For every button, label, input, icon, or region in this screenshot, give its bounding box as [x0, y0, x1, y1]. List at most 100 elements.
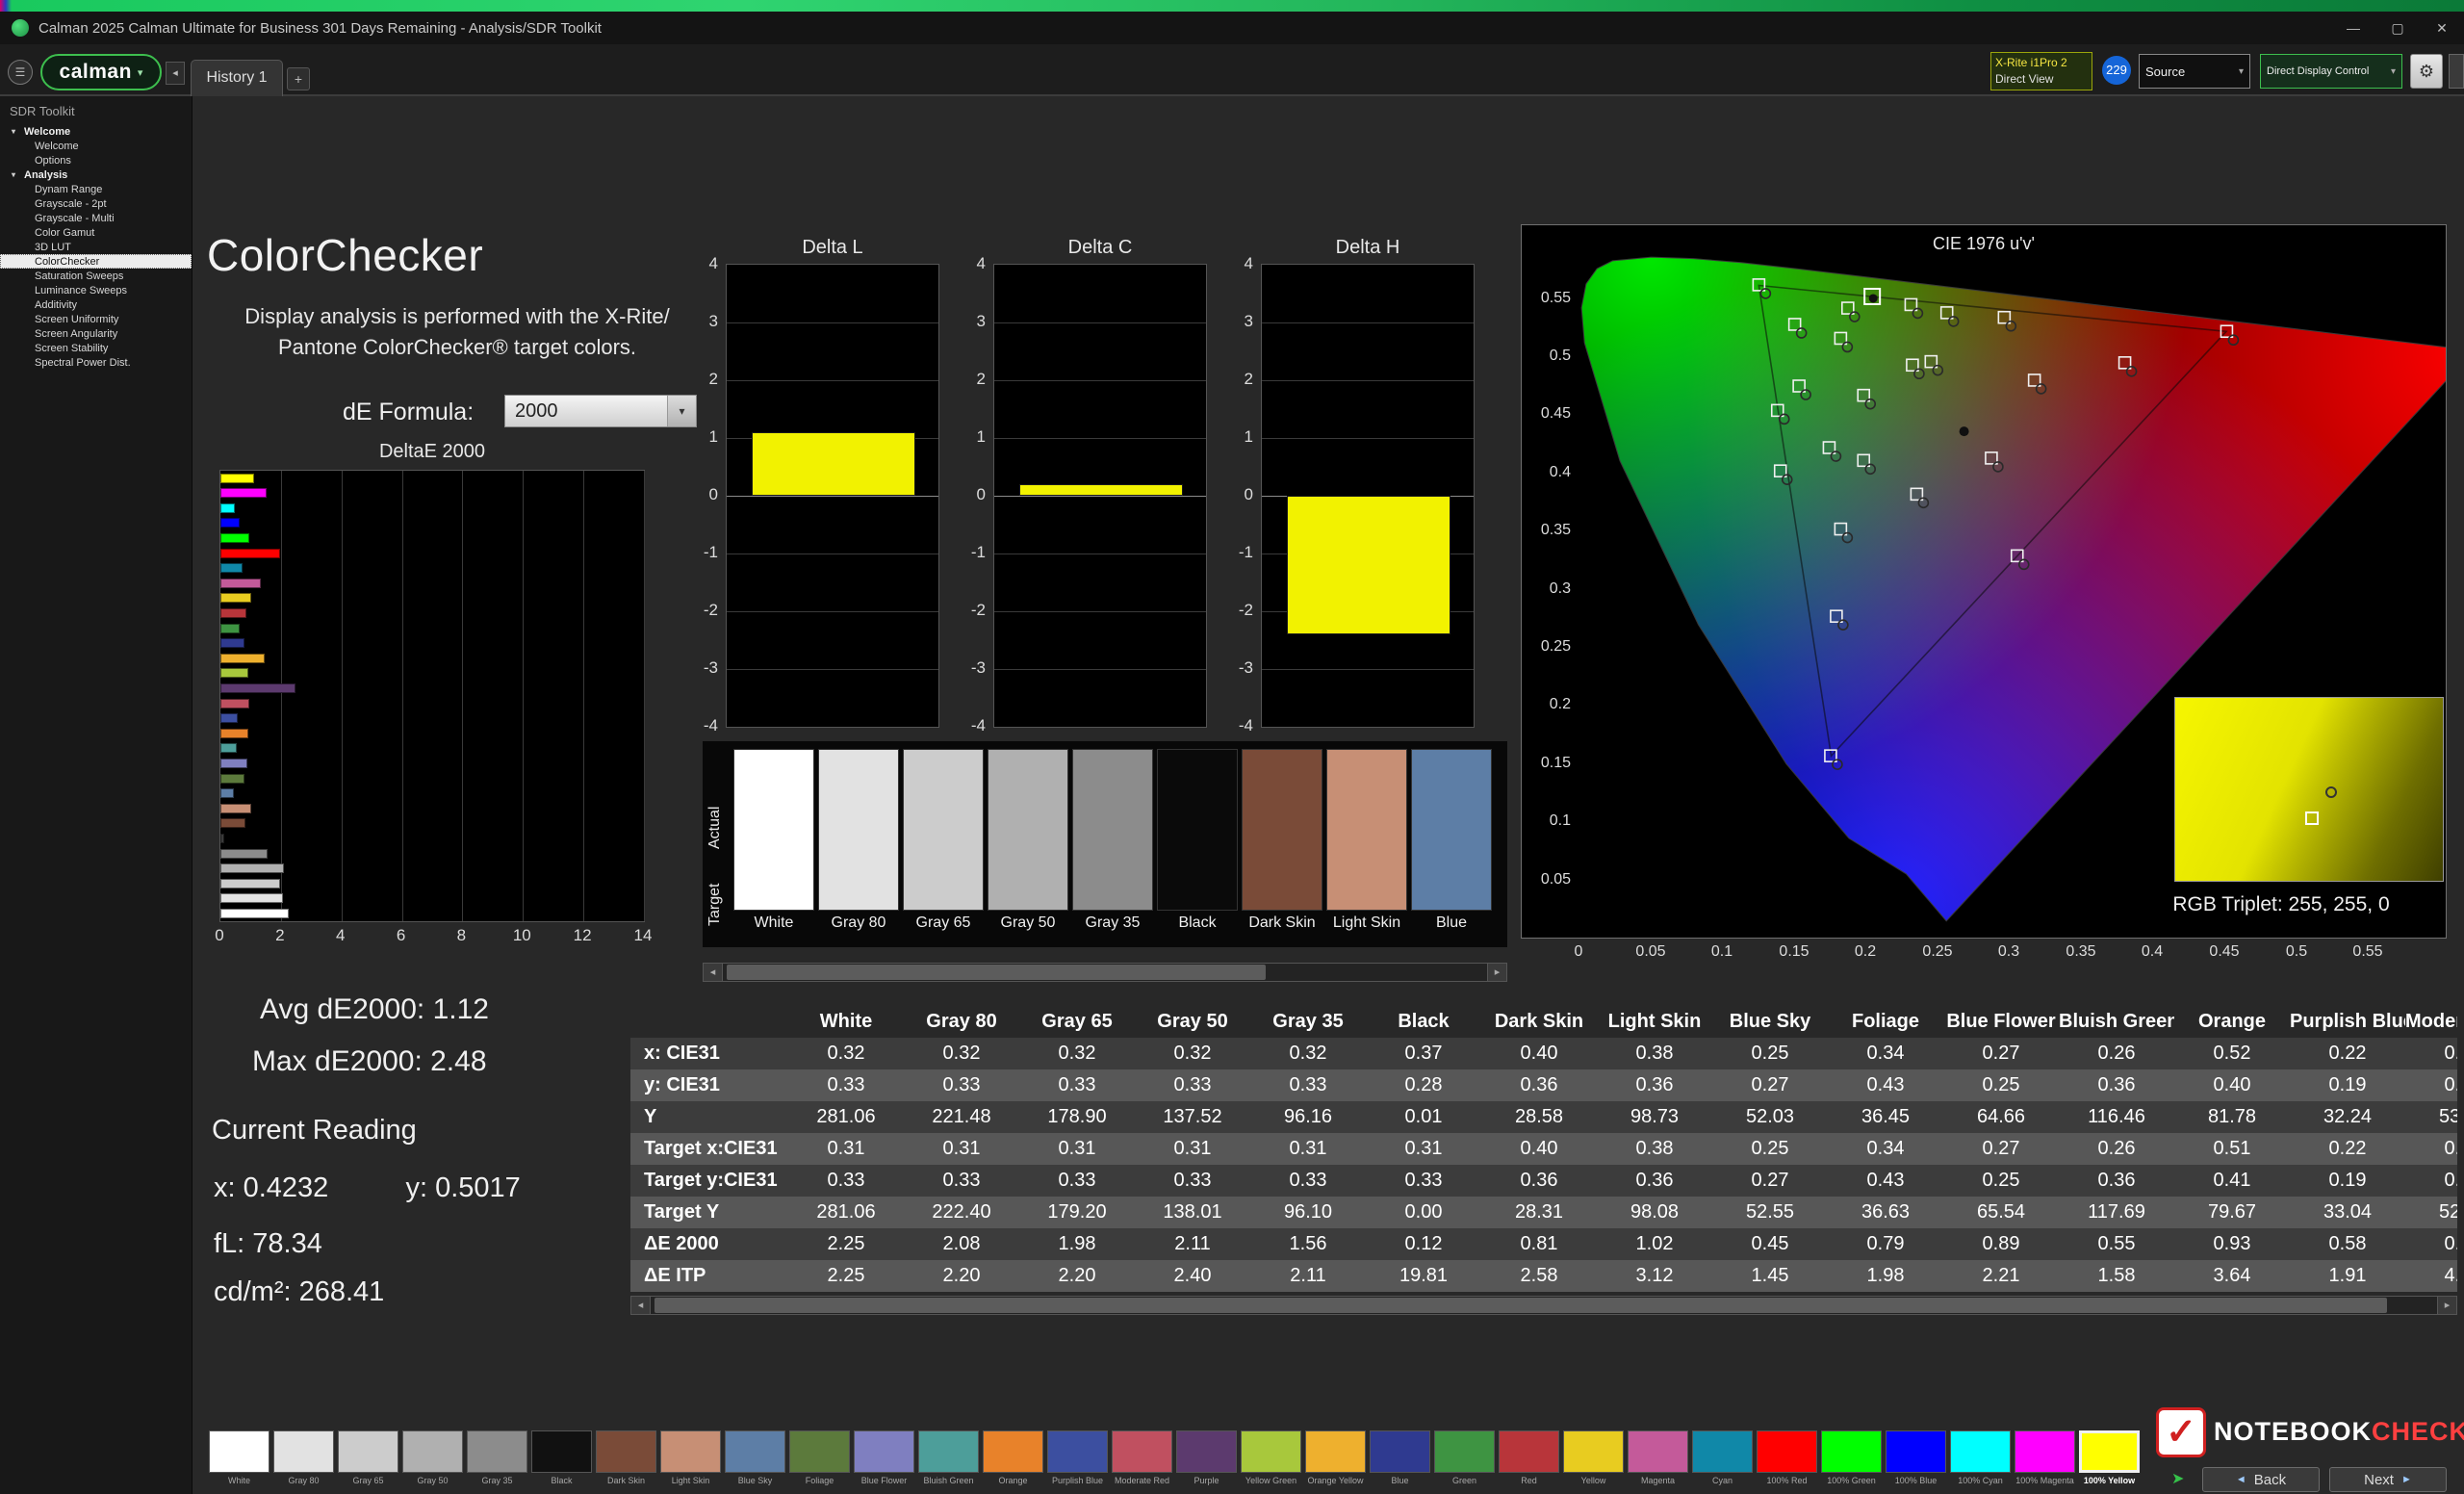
sidebar-item-screen-angularity[interactable]: Screen Angularity — [0, 326, 192, 341]
tick-label: -3 — [951, 658, 986, 678]
sidebar-collapse-button[interactable]: ◂ — [166, 62, 185, 85]
strip-patch-blue-flower[interactable] — [854, 1430, 914, 1473]
selected-patch-preview — [2174, 697, 2444, 882]
next-button[interactable]: Next ► — [2329, 1467, 2447, 1492]
gridline — [727, 380, 938, 381]
table-cell: 0.31 — [904, 1133, 1019, 1165]
sidebar-item-3d-lut[interactable]: 3D LUT — [0, 240, 192, 254]
strip-patch-blue-sky[interactable] — [725, 1430, 785, 1473]
sidebar-item-welcome[interactable]: Welcome — [0, 139, 192, 153]
strip-patch-purple[interactable] — [1176, 1430, 1237, 1473]
gear-icon[interactable]: ⚙ — [2410, 54, 2443, 89]
strip-patch-foliage[interactable] — [789, 1430, 850, 1473]
strip-patch-black[interactable] — [531, 1430, 592, 1473]
table-cell: 1.45 — [1712, 1260, 1828, 1292]
table-scrollbar[interactable]: ◂ ▸ — [630, 1296, 2457, 1315]
sidebar-item-colorchecker[interactable]: ColorChecker — [0, 254, 192, 269]
minimize-button[interactable]: — — [2331, 12, 2375, 44]
gridline — [523, 471, 524, 921]
strip-patch-light-skin[interactable] — [660, 1430, 721, 1473]
scroll-right-icon[interactable]: ▸ — [1487, 964, 1506, 981]
settings-secondary-button[interactable] — [2449, 54, 2464, 89]
strip-patch-orange[interactable] — [983, 1430, 1043, 1473]
meter-selector[interactable]: X-Rite i1Pro 2 Direct View — [1990, 52, 2092, 90]
sidebar-item-dynam-range[interactable]: Dynam Range — [0, 182, 192, 196]
strip-patch-yellow-green[interactable] — [1241, 1430, 1301, 1473]
strip-patch-gray-80[interactable] — [273, 1430, 334, 1473]
scroll-right-icon[interactable]: ▸ — [2437, 1297, 2456, 1314]
table-cell: 0.51 — [2174, 1133, 2290, 1165]
strip-patch-100-green[interactable] — [1821, 1430, 1882, 1473]
sidebar-item-grayscale-multi[interactable]: Grayscale - Multi — [0, 211, 192, 225]
sidebar-item-color-gamut[interactable]: Color Gamut — [0, 225, 192, 240]
back-button[interactable]: ◄ Back — [2202, 1467, 2320, 1492]
source-dropdown[interactable]: Source ▾ — [2139, 54, 2250, 89]
sidebar-item-screen-stability[interactable]: Screen Stability — [0, 341, 192, 355]
table-cell: 0.22 — [2290, 1133, 2405, 1165]
table-cell: 0.38 — [1597, 1133, 1712, 1165]
strip-patch-gray-65[interactable] — [338, 1430, 398, 1473]
display-control-dropdown[interactable]: Direct Display Control ▾ — [2260, 54, 2402, 89]
close-button[interactable]: ✕ — [2420, 12, 2464, 44]
add-tab-button[interactable]: + — [287, 67, 310, 90]
maximize-button[interactable]: ▢ — [2375, 12, 2420, 44]
strip-patch-blue[interactable] — [1370, 1430, 1430, 1473]
scroll-left-icon[interactable]: ◂ — [631, 1297, 651, 1314]
sidebar-item-screen-uniformity[interactable]: Screen Uniformity — [0, 312, 192, 326]
menu-icon[interactable]: ☰ — [8, 60, 33, 85]
strip-patch-100-cyan[interactable] — [1950, 1430, 2011, 1473]
sidebar-section-analysis[interactable]: ▾Analysis — [0, 167, 192, 182]
sidebar-item-luminance-sweeps[interactable]: Luminance Sweeps — [0, 283, 192, 297]
table-row-target-y: Target Y281.06222.40179.20138.0196.100.0… — [630, 1197, 2457, 1228]
table-cell: 0.26 — [2059, 1038, 2174, 1069]
table-cell: 0.36 — [1481, 1165, 1597, 1197]
sidebar-section-welcome[interactable]: ▾Welcome — [0, 124, 192, 139]
tick-label: 0.4 — [2130, 943, 2174, 961]
tick-label: 4 — [321, 926, 360, 945]
table-cell: 0.19 — [2290, 1165, 2405, 1197]
bar-purplish-blue — [220, 713, 238, 723]
strip-patch-gray-35[interactable] — [467, 1430, 527, 1473]
table-cell: 0.33 — [788, 1165, 904, 1197]
tab-history-1[interactable]: History 1 — [191, 60, 283, 96]
strip-patch-orange-yellow[interactable] — [1305, 1430, 1366, 1473]
tick-label: -3 — [1219, 658, 1253, 678]
sidebar-item-additivity[interactable]: Additivity — [0, 297, 192, 312]
strip-patch-bluish-green[interactable] — [918, 1430, 979, 1473]
strip-patch-red[interactable] — [1499, 1430, 1559, 1473]
strip-patch-gray-50[interactable] — [402, 1430, 463, 1473]
de-formula-dropdown[interactable]: 2000 ▾ — [504, 395, 697, 427]
strip-patch-100-yellow[interactable] — [2079, 1430, 2140, 1473]
table-cell: 0.45 — [1712, 1228, 1828, 1260]
gridline — [583, 471, 584, 921]
table-cell: 96.16 — [1250, 1101, 1366, 1133]
strip-patch-white[interactable] — [209, 1430, 270, 1473]
patch-scrollbar-thumb[interactable] — [727, 965, 1266, 980]
sidebar-item-saturation-sweeps[interactable]: Saturation Sweeps — [0, 269, 192, 283]
bar-cyan — [220, 563, 243, 573]
strip-patch-magenta[interactable] — [1628, 1430, 1688, 1473]
strip-patch-yellow[interactable] — [1563, 1430, 1624, 1473]
tick-label: 0.3 — [1527, 580, 1571, 598]
strip-patch-100-red[interactable] — [1757, 1430, 1817, 1473]
table-scrollbar-thumb[interactable] — [654, 1298, 2387, 1313]
table-cell: 0.89 — [1943, 1228, 2059, 1260]
strip-patch-moderate-red[interactable] — [1112, 1430, 1172, 1473]
row-label: y: CIE31 — [630, 1069, 788, 1101]
description-line-2: Pantone ColorChecker® target colors. — [197, 335, 717, 360]
strip-patch-green[interactable] — [1434, 1430, 1495, 1473]
table-cell: 117.69 — [2059, 1197, 2174, 1228]
scroll-left-icon[interactable]: ◂ — [704, 964, 723, 981]
strip-patch-dark-skin[interactable] — [596, 1430, 656, 1473]
strip-patch-100-magenta[interactable] — [2015, 1430, 2075, 1473]
strip-patch-cyan[interactable] — [1692, 1430, 1753, 1473]
sidebar-item-options[interactable]: Options — [0, 153, 192, 167]
sidebar-item-spectral-power-dist[interactable]: Spectral Power Dist. — [0, 355, 192, 370]
table-cell: 0.43 — [1828, 1069, 1943, 1101]
table-row-y-cie31: y: CIE310.330.330.330.330.330.280.360.36… — [630, 1069, 2457, 1101]
strip-patch-100-blue[interactable] — [1886, 1430, 1946, 1473]
calman-logo[interactable]: calman ▾ — [40, 54, 162, 90]
sidebar-item-grayscale-2pt[interactable]: Grayscale - 2pt — [0, 196, 192, 211]
patch-scrollbar[interactable]: ◂ ▸ — [703, 963, 1507, 982]
strip-patch-purplish-blue[interactable] — [1047, 1430, 1108, 1473]
